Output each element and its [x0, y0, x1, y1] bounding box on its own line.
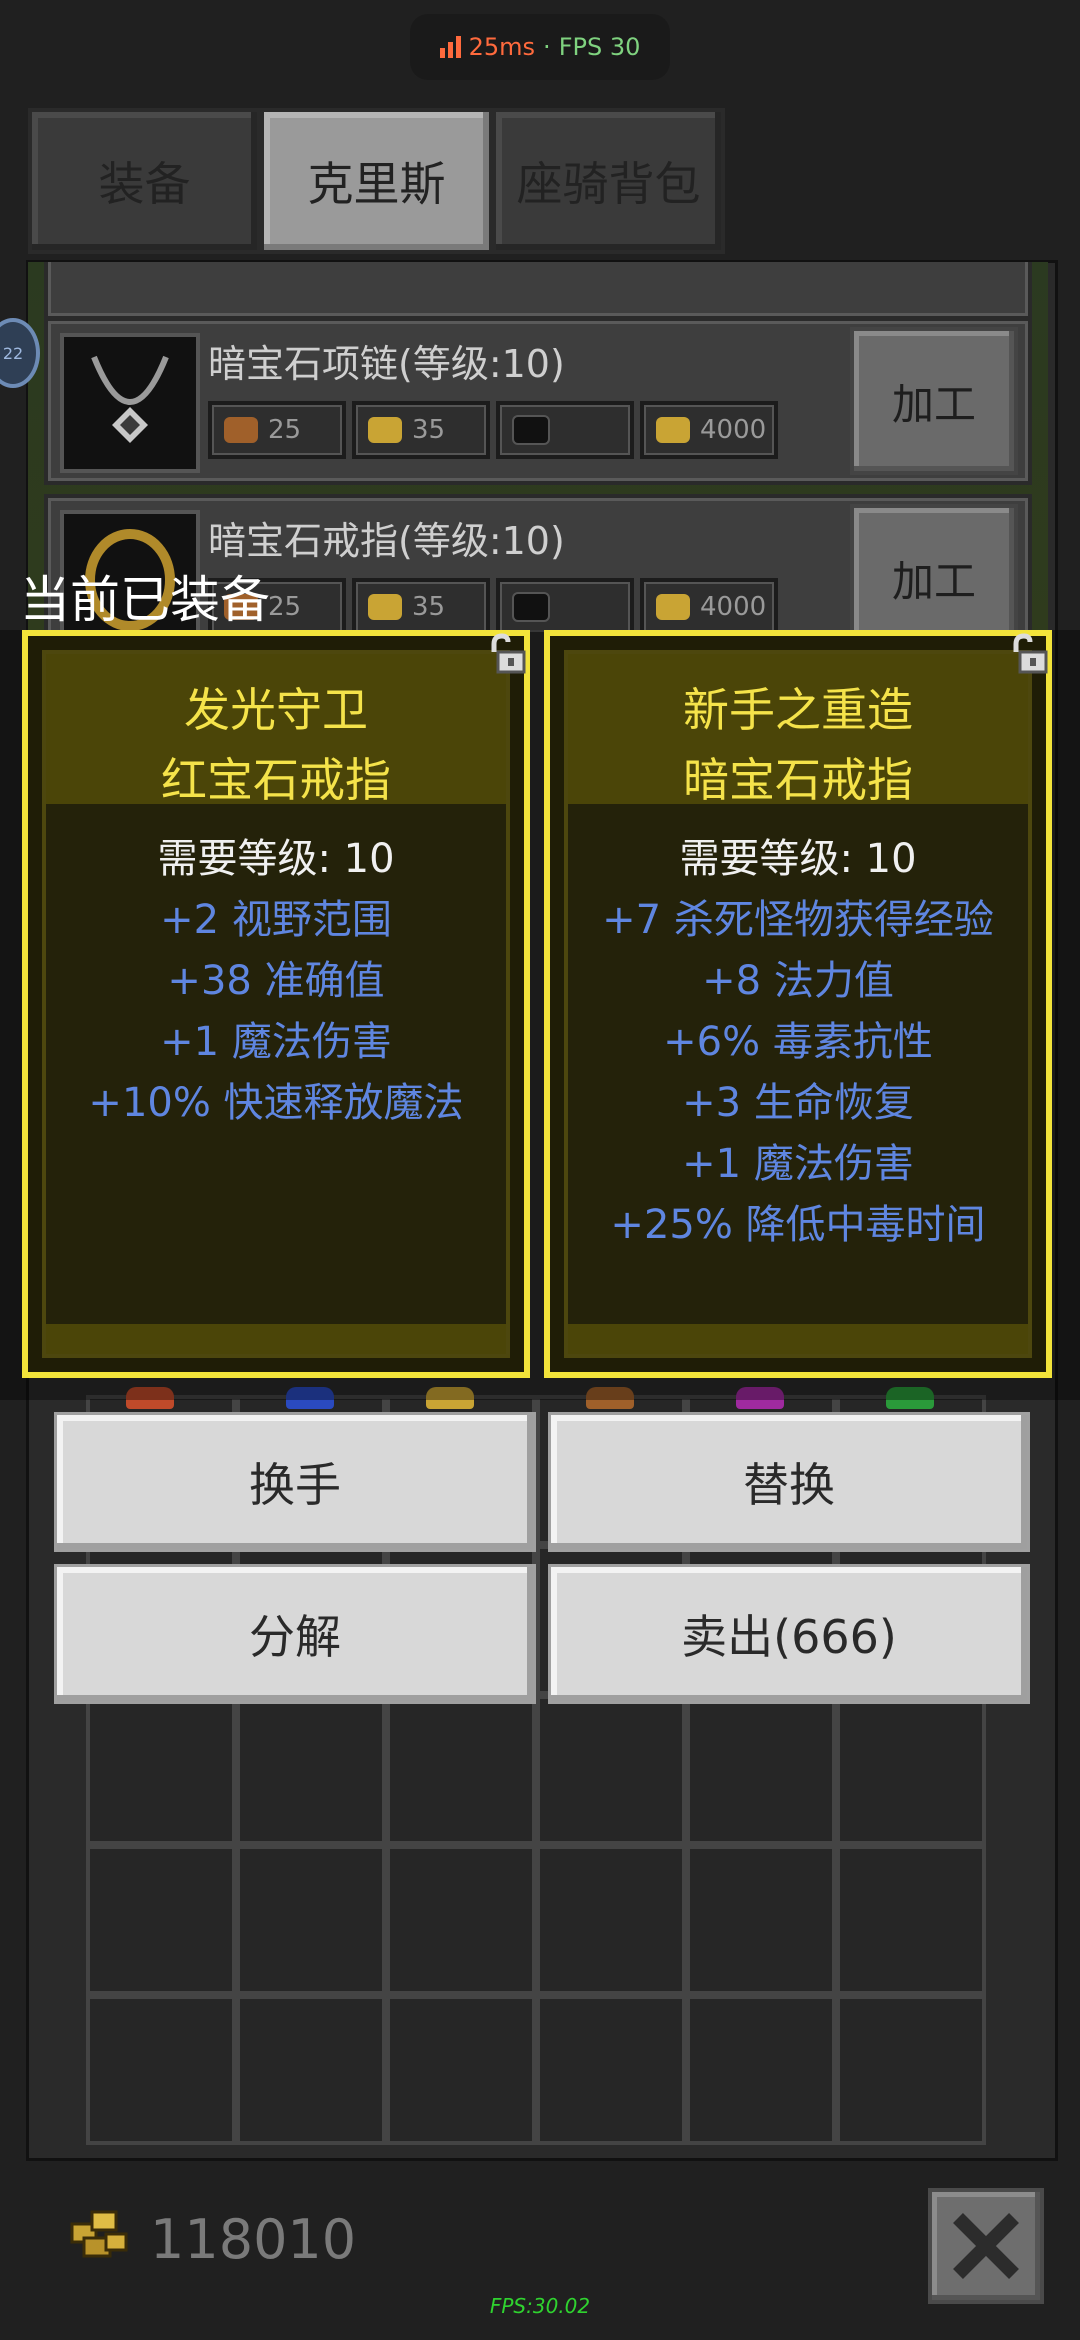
- compare-item-card: 新手之重造 暗宝石戒指 需要等级: 10 +7 杀死怪物获得经验 +8 法力值 …: [544, 630, 1052, 1378]
- inventory-slot[interactable]: [236, 1695, 386, 1845]
- disassemble-button[interactable]: 分解: [54, 1564, 536, 1704]
- item-stats: 需要等级: 10 +7 杀死怪物获得经验 +8 法力值 +6% 毒素抗性 +3 …: [568, 829, 1028, 1256]
- inventory-slot[interactable]: [686, 1995, 836, 2145]
- tab-mount-bag[interactable]: 座骑背包: [492, 108, 725, 254]
- material-gold-coins: 4000: [640, 578, 778, 632]
- craft-item-title: 暗宝石项链(等级:10): [208, 342, 565, 386]
- inventory-slot[interactable]: [836, 1995, 986, 2145]
- craft-item-necklace: 暗宝石项链(等级:10) 25 35 4000 加工: [44, 317, 1032, 485]
- craft-button[interactable]: 加工: [850, 327, 1018, 475]
- craft-button[interactable]: 加工: [850, 504, 1018, 632]
- status-separator: ·: [543, 33, 551, 61]
- inventory-slot[interactable]: [686, 1845, 836, 1995]
- stat-line: +3 生命恢复: [682, 1080, 914, 1126]
- stat-line: +1 魔法伤害: [160, 1019, 392, 1065]
- inventory-slot[interactable]: [236, 1845, 386, 1995]
- inventory-slot[interactable]: [536, 1845, 686, 1995]
- tab-equipment[interactable]: 装备: [28, 108, 261, 254]
- inventory-slot[interactable]: [536, 1995, 686, 2145]
- close-button[interactable]: [928, 2188, 1044, 2304]
- inventory-slot[interactable]: [236, 1995, 386, 2145]
- item-name-prefix: 新手之重造: [683, 683, 913, 737]
- swap-hand-button[interactable]: 换手: [54, 1412, 536, 1552]
- sell-button[interactable]: 卖出(666): [548, 1564, 1030, 1704]
- gold-amount: 118010: [150, 2208, 357, 2271]
- item-stats: 需要等级: 10 +2 视野范围 +38 准确值 +1 魔法伤害 +10% 快速…: [46, 829, 506, 1134]
- card-footer: [568, 1324, 1028, 1354]
- inventory-slot[interactable]: [386, 1695, 536, 1845]
- stat-line: +2 视野范围: [160, 897, 392, 943]
- replace-button[interactable]: 替换: [548, 1412, 1030, 1552]
- material-dark-gem: [496, 401, 634, 459]
- gold-coins-icon: [70, 2210, 128, 2258]
- fps-value: FPS 30: [558, 33, 641, 61]
- inventory-slot[interactable]: [86, 1695, 236, 1845]
- stat-line: +7 杀死怪物获得经验: [602, 897, 994, 943]
- signal-icon: [439, 36, 461, 58]
- equipped-item-card: 发光守卫 红宝石戒指 需要等级: 10 +2 视野范围 +38 准确值 +1 魔…: [22, 630, 530, 1378]
- level-requirement: 需要等级: 10: [157, 836, 395, 882]
- material-gold-nugget: 35: [352, 401, 490, 459]
- inventory-slot[interactable]: [536, 1695, 686, 1845]
- stat-line: +10% 快速释放魔法: [88, 1080, 464, 1126]
- material-gold-coins: 4000: [640, 401, 778, 459]
- inventory-slot[interactable]: [386, 1845, 536, 1995]
- craft-item-title: 暗宝石戒指(等级:10): [208, 519, 565, 563]
- stat-line: +8 法力值: [702, 958, 894, 1004]
- stat-line: +38 准确值: [167, 958, 385, 1004]
- material-gold-nugget: 35: [352, 578, 490, 632]
- unlock-icon[interactable]: [1008, 632, 1052, 676]
- necklace-icon: [60, 333, 200, 473]
- stat-line: +25% 降低中毒时间: [610, 1202, 986, 1248]
- fps-counter: FPS:30.02: [489, 2294, 591, 2318]
- stat-line: +6% 毒素抗性: [663, 1019, 933, 1065]
- material-dark-gem: [496, 578, 634, 632]
- ping-value: 25ms: [468, 33, 536, 61]
- inventory-slot[interactable]: [86, 1995, 236, 2145]
- inventory-slot[interactable]: [86, 1845, 236, 1995]
- item-name: 红宝石戒指: [161, 753, 391, 807]
- item-name-prefix: 发光守卫: [184, 683, 368, 737]
- item-name: 暗宝石戒指: [683, 753, 913, 807]
- unlock-icon[interactable]: [486, 632, 530, 676]
- inventory-slot[interactable]: [686, 1695, 836, 1845]
- network-status: 25ms · FPS 30: [410, 14, 670, 80]
- material-ore: 25: [208, 401, 346, 459]
- level-requirement: 需要等级: 10: [679, 836, 917, 882]
- equipped-title: 当前已装备: [20, 571, 270, 629]
- card-footer: [46, 1324, 506, 1354]
- stat-line: +1 魔法伤害: [682, 1141, 914, 1187]
- inventory-slot[interactable]: [836, 1845, 986, 1995]
- list-item: [44, 262, 1032, 320]
- close-icon: [953, 2213, 1019, 2279]
- inventory-slot[interactable]: [386, 1995, 536, 2145]
- tab-chris[interactable]: 克里斯: [260, 108, 493, 254]
- inventory-slot[interactable]: [836, 1695, 986, 1845]
